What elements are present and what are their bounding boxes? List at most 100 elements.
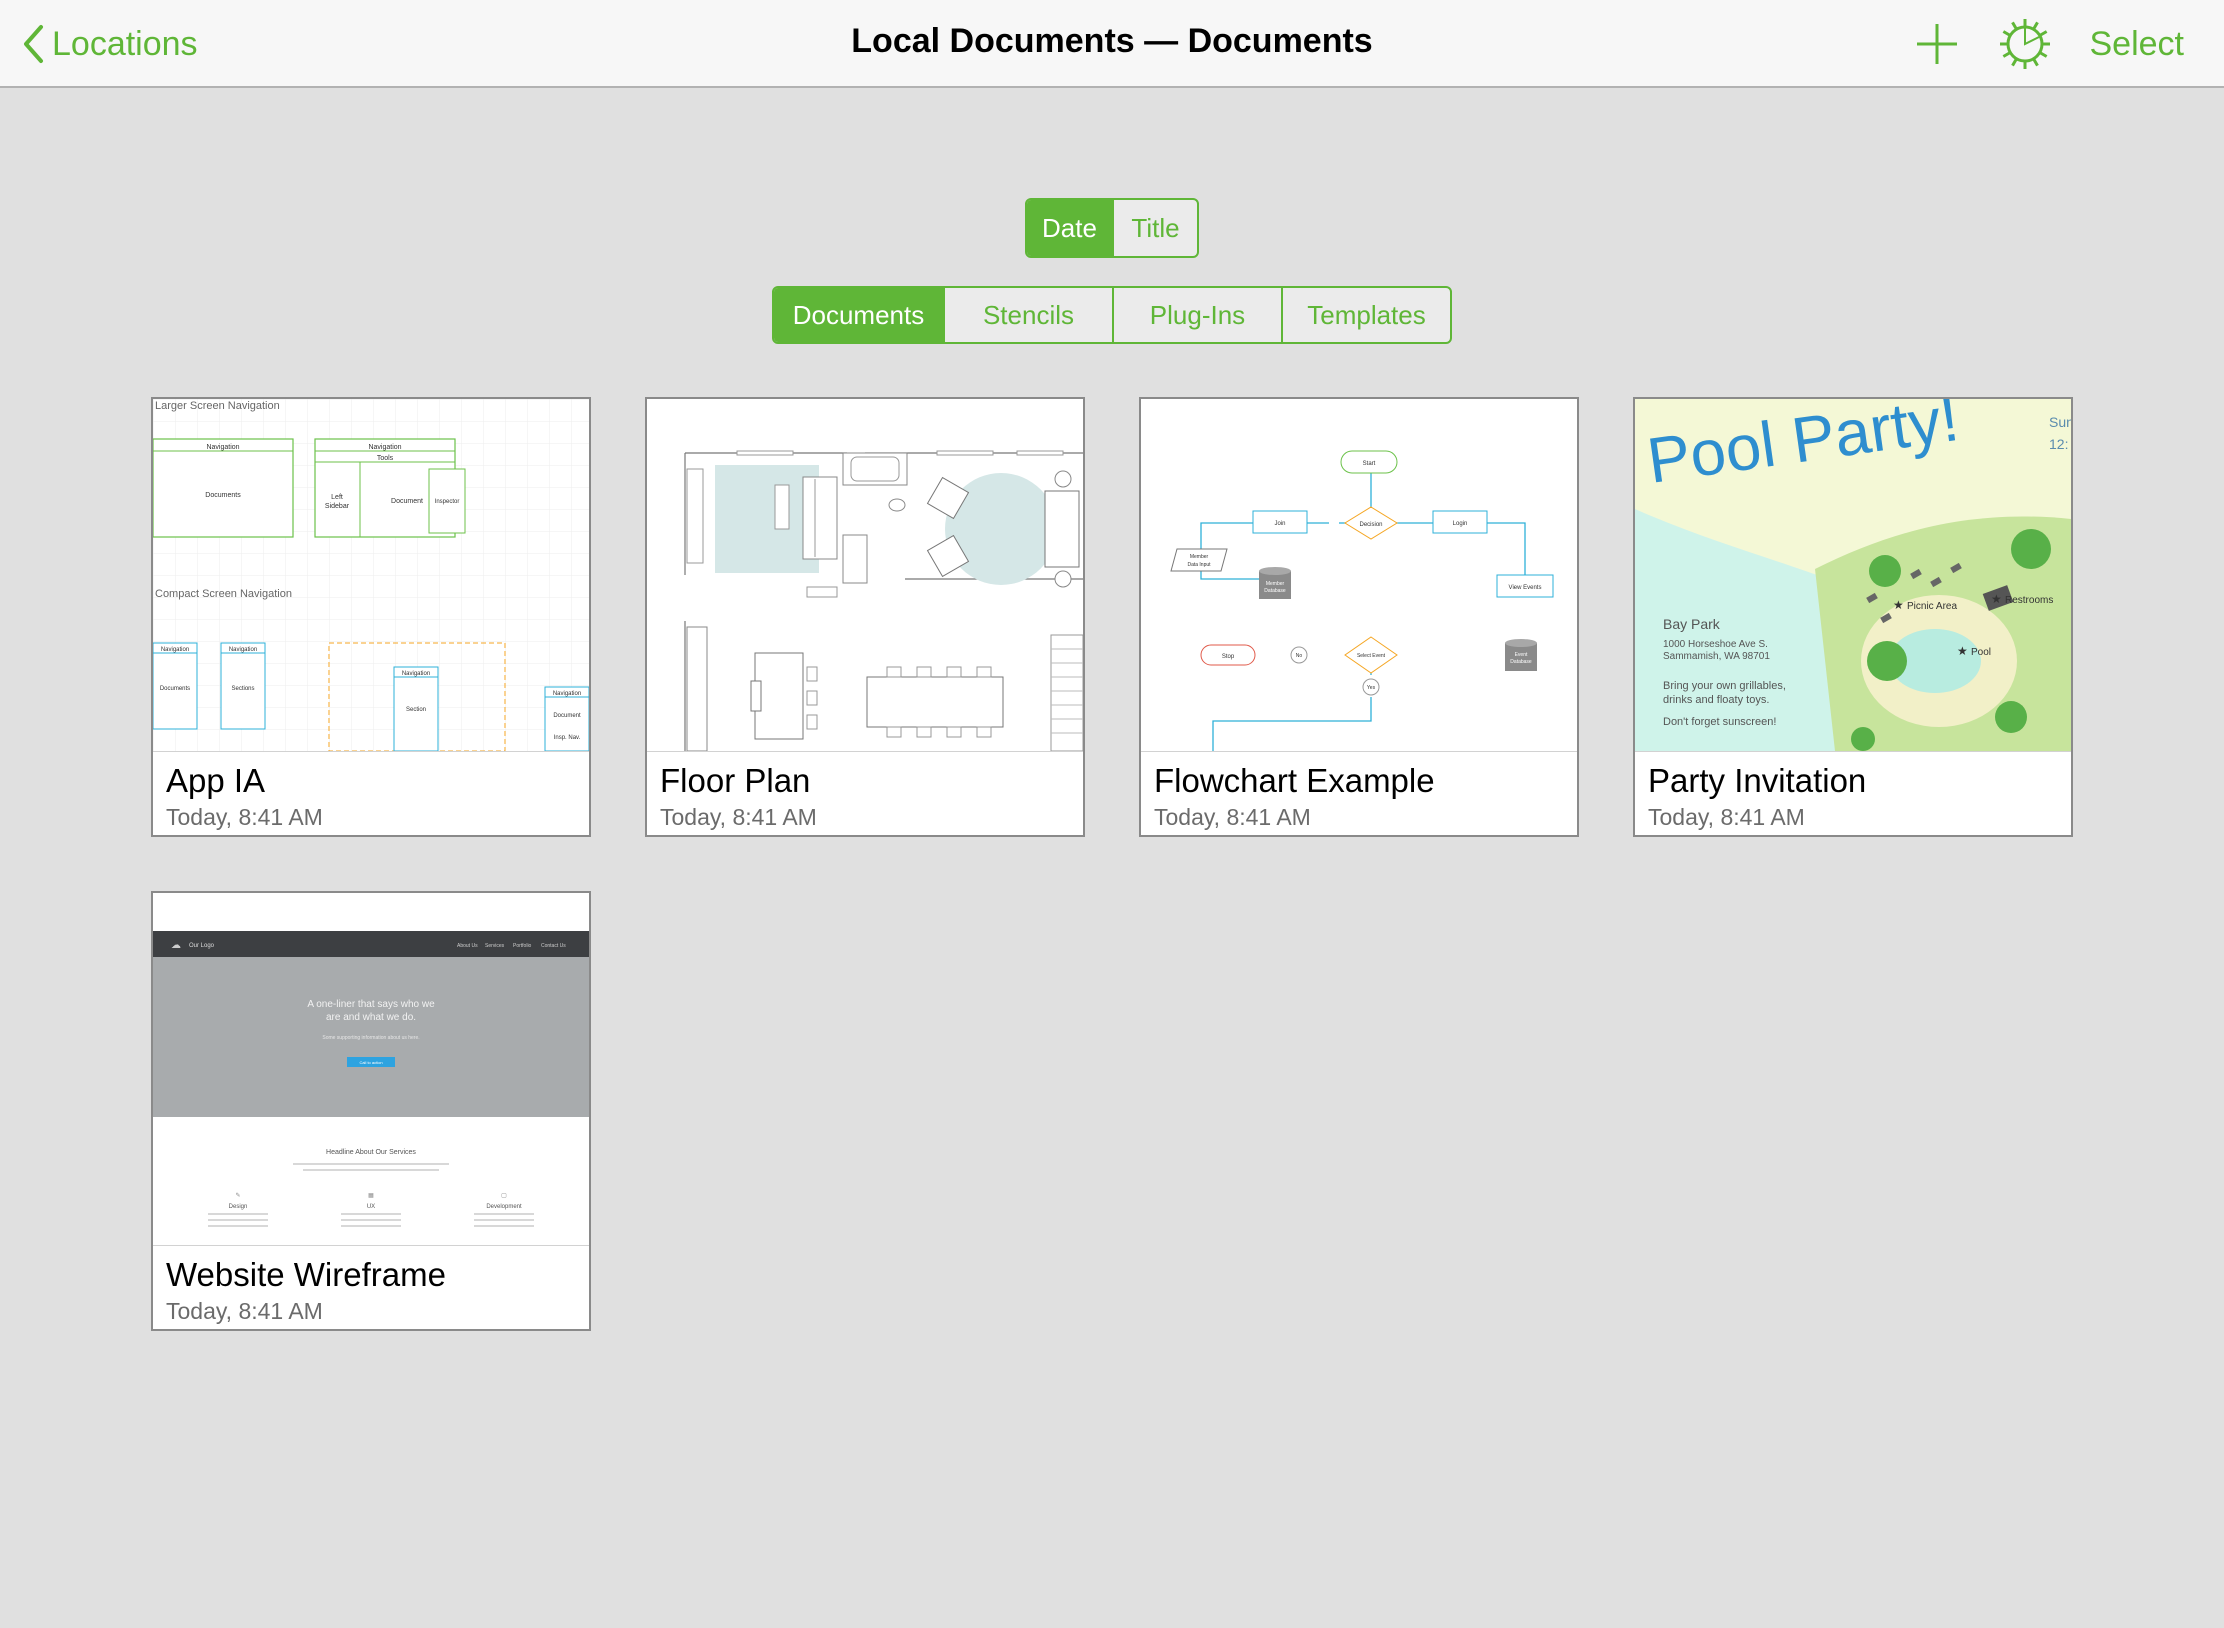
document-date: Today, 8:41 AM <box>660 804 817 830</box>
document-thumbnail: Larger Screen Navigation Navigation Docu… <box>153 399 589 751</box>
svg-text:Login: Login <box>1453 521 1468 527</box>
svg-text:Don't forget sunscreen!: Don't forget sunscreen! <box>1663 716 1776 728</box>
sort-by-date-option[interactable]: Date <box>1027 200 1112 256</box>
svg-text:Bring your own grillables,: Bring your own grillables, <box>1663 680 1786 692</box>
document-name: Party Invitation <box>1648 762 1867 799</box>
svg-text:Select Event: Select Event <box>1357 653 1386 659</box>
svg-text:Picnic Area: Picnic Area <box>1907 601 1957 612</box>
page-title: Local Documents — Documents <box>851 22 1373 60</box>
svg-text:★: ★ <box>1991 592 2002 606</box>
document-caption: Party Invitation Today, 8:41 AM <box>1635 751 2071 835</box>
document-tile-floor-plan[interactable]: Floor Plan Today, 8:41 AM <box>645 397 1085 837</box>
tab-plug-ins[interactable]: Plug-Ins <box>1111 288 1281 342</box>
svg-text:▢: ▢ <box>501 1193 507 1199</box>
svg-text:Navigation: Navigation <box>402 671 430 677</box>
document-tile-app-ia[interactable]: Larger Screen Navigation Navigation Docu… <box>151 397 591 837</box>
document-name: Floor Plan <box>660 762 811 799</box>
add-icon[interactable] <box>1914 21 1960 67</box>
svg-text:Tools: Tools <box>377 455 394 462</box>
svg-text:▦: ▦ <box>368 1193 374 1199</box>
svg-text:Stop: Stop <box>1222 654 1235 660</box>
select-button[interactable]: Select <box>2090 25 2185 64</box>
svg-text:View Events: View Events <box>1509 585 1542 591</box>
document-thumbnail: ☁ Our Logo About Us Services Portfolio C… <box>153 893 589 1245</box>
document-date: Today, 8:41 AM <box>1154 804 1311 830</box>
svg-text:Database: Database <box>1510 659 1532 665</box>
document-date: Today, 8:41 AM <box>1648 804 1805 830</box>
svg-text:Sammamish, WA 98701: Sammamish, WA 98701 <box>1663 651 1770 662</box>
svg-text:UX: UX <box>367 1204 375 1210</box>
svg-text:Inspector: Inspector <box>435 499 460 505</box>
document-caption: Flowchart Example Today, 8:41 AM <box>1141 751 1577 835</box>
svg-text:Database: Database <box>1264 588 1286 594</box>
svg-text:Event: Event <box>1515 652 1528 658</box>
document-name: Website Wireframe <box>166 1256 446 1293</box>
svg-text:12:: 12: <box>2049 436 2068 452</box>
svg-text:About Us: About Us <box>457 943 478 949</box>
svg-text:Member: Member <box>1266 581 1285 587</box>
svg-text:drinks and floaty toys.: drinks and floaty toys. <box>1663 694 1769 706</box>
svg-text:Sun: Sun <box>2049 414 2071 430</box>
svg-text:★: ★ <box>1893 598 1904 612</box>
document-caption: Website Wireframe Today, 8:41 AM <box>153 1245 589 1329</box>
svg-text:Navigation: Navigation <box>229 647 257 653</box>
document-caption: App IA Today, 8:41 AM <box>153 751 589 835</box>
svg-text:Data Input: Data Input <box>1187 562 1211 568</box>
tab-stencils[interactable]: Stencils <box>942 288 1112 342</box>
svg-text:Design: Design <box>229 1204 248 1210</box>
svg-text:Navigation: Navigation <box>368 444 401 451</box>
gear-icon[interactable] <box>1998 17 2052 71</box>
svg-text:Join: Join <box>1274 521 1285 527</box>
document-tile-website-wireframe[interactable]: ☁ Our Logo About Us Services Portfolio C… <box>151 891 591 1331</box>
svg-text:Document: Document <box>391 498 423 505</box>
svg-text:Call to action: Call to action <box>359 1060 382 1065</box>
svg-text:Portfolio: Portfolio <box>513 943 532 949</box>
svg-text:Documents: Documents <box>160 686 190 692</box>
document-date: Today, 8:41 AM <box>166 1298 323 1324</box>
svg-text:Sidebar: Sidebar <box>325 503 350 510</box>
document-date: Today, 8:41 AM <box>166 804 323 830</box>
svg-text:Development: Development <box>486 1204 522 1210</box>
document-caption: Floor Plan Today, 8:41 AM <box>647 751 1083 835</box>
svg-text:✎: ✎ <box>235 1192 240 1199</box>
svg-text:Document: Document <box>553 713 581 719</box>
svg-text:Bay Park: Bay Park <box>1663 616 1721 632</box>
document-thumbnail: Start Join Decision Login Member Data In… <box>1141 399 1577 751</box>
svg-text:Sections: Sections <box>231 686 254 692</box>
svg-text:Contact Us: Contact Us <box>541 943 566 949</box>
thumb-heading-large: Larger Screen Navigation <box>155 400 280 412</box>
svg-text:Pool: Pool <box>1971 647 1991 658</box>
svg-text:Insp. Nav.: Insp. Nav. <box>554 735 581 741</box>
tab-templates[interactable]: Templates <box>1280 288 1450 342</box>
svg-text:☁: ☁ <box>171 940 181 951</box>
svg-text:Some supporting information ab: Some supporting information about us her… <box>322 1035 419 1041</box>
svg-text:★: ★ <box>1957 644 1968 658</box>
svg-text:Navigation: Navigation <box>161 647 189 653</box>
document-tile-party-invitation[interactable]: Pool Party! Sun 12: Bay Park 1000 Horses… <box>1633 397 2073 837</box>
svg-text:Services: Services <box>485 943 505 949</box>
sort-segmented-control: Date Title <box>1025 198 1199 258</box>
document-type-segmented-control: Documents Stencils Plug-Ins Templates <box>772 286 1452 344</box>
thumb-heading-compact: Compact Screen Navigation <box>155 588 292 600</box>
svg-text:are and what we do.: are and what we do. <box>326 1012 416 1023</box>
svg-text:Section: Section <box>406 707 426 713</box>
svg-text:Our Logo: Our Logo <box>189 943 215 949</box>
svg-text:A one-liner that says who we: A one-liner that says who we <box>307 999 435 1010</box>
svg-text:Start: Start <box>1363 461 1376 467</box>
document-name: App IA <box>166 762 266 799</box>
svg-text:Navigation: Navigation <box>553 691 581 697</box>
tab-documents[interactable]: Documents <box>774 288 943 342</box>
sort-by-title-option[interactable]: Title <box>1111 200 1197 256</box>
document-tile-flowchart-example[interactable]: Start Join Decision Login Member Data In… <box>1139 397 1579 837</box>
svg-text:Yes: Yes <box>1367 685 1376 691</box>
navigation-bar: Locations Local Documents — Documents Se… <box>0 0 2224 88</box>
svg-text:No: No <box>1296 653 1303 659</box>
svg-text:Member: Member <box>1190 554 1209 560</box>
document-name: Flowchart Example <box>1154 762 1435 799</box>
svg-text:1000 Horseshoe Ave S.: 1000 Horseshoe Ave S. <box>1663 639 1768 650</box>
svg-text:Documents: Documents <box>205 492 241 499</box>
svg-text:Headline About Our Services: Headline About Our Services <box>326 1149 416 1156</box>
svg-text:Left: Left <box>331 494 343 501</box>
document-thumbnail <box>647 399 1083 751</box>
svg-text:Restrooms: Restrooms <box>2005 595 2053 606</box>
